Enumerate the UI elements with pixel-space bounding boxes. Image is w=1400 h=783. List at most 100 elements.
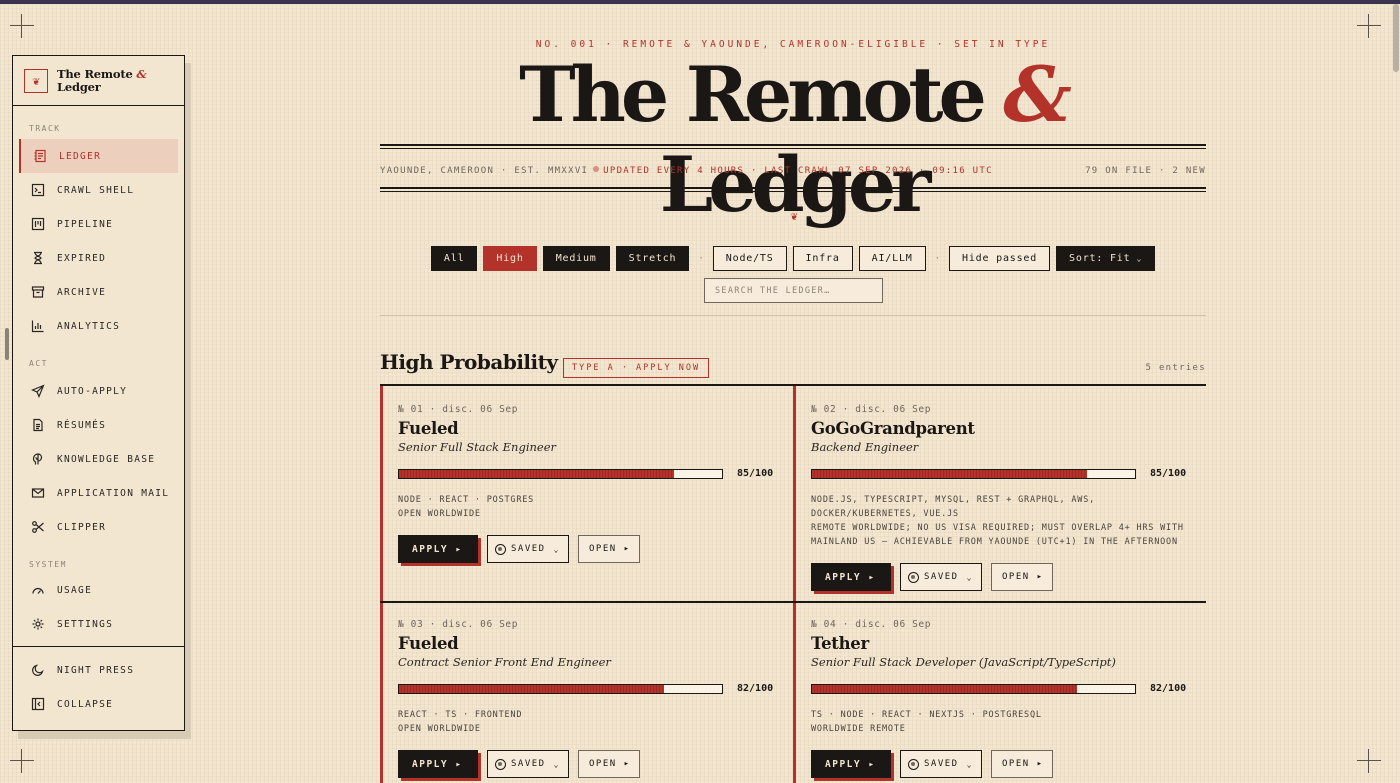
sidebar-item-resumes[interactable]: RÉSUMÉS: [13, 408, 184, 442]
fit-score: 85/100: [811, 468, 1206, 479]
search-input[interactable]: [704, 278, 883, 303]
sidebar-item-crawl-shell[interactable]: CRAWL SHELL: [13, 173, 184, 207]
send-icon: [31, 384, 45, 398]
page-title: The Remote & Ledger: [519, 50, 1072, 229]
fit-score: 85/100: [398, 468, 794, 479]
score-label: 82/100: [1150, 683, 1187, 694]
masthead-meta: YAOUNDE, CAMEROON · EST. MMXXVI UPDATED …: [380, 166, 1206, 180]
sidebar: ❦ The Remote & Ledger TRACK LEDGER CRAWL …: [12, 55, 185, 731]
company-name: Fueled: [398, 634, 459, 653]
sidebar-item-label: RÉSUMÉS: [57, 419, 107, 431]
hourglass-icon: [31, 251, 45, 265]
sidebar-item-settings[interactable]: SETTINGS: [13, 607, 184, 641]
tech-tags: NODE.JS, TYPESCRIPT, MYSQL, REST + GRAPH…: [811, 495, 1184, 547]
open-button[interactable]: OPEN ▸: [578, 535, 640, 563]
sidebar-item-label: KNOWLEDGE BASE: [57, 453, 156, 465]
company-name: GoGoGrandparent: [811, 419, 975, 438]
filter-separator: ·: [698, 253, 704, 264]
chevron-down-icon: ⌄: [1136, 254, 1143, 263]
brain-icon: [31, 452, 45, 466]
crop-mark-icon: [1357, 14, 1381, 38]
radio-icon: [908, 571, 919, 583]
divider: [380, 315, 1206, 316]
card-meta: № 03 · disc. 06 Sep: [398, 619, 519, 630]
sidebar-item-analytics[interactable]: ANALYTICS: [13, 309, 184, 343]
sidebar-item-label: CLIPPER: [57, 521, 107, 533]
sidebar-item-knowledge-base[interactable]: KNOWLEDGE BASE: [13, 442, 184, 476]
job-role: Backend Engineer: [811, 440, 919, 454]
card-actions: APPLY ▸ SAVED ⌄ OPEN ▸: [811, 750, 1206, 778]
score-bar-fill: [812, 684, 1077, 693]
chevron-down-icon: ⌄: [553, 544, 560, 554]
sidebar-item-label: APPLICATION MAIL: [57, 487, 170, 499]
sort-dropdown[interactable]: Sort: Fit ⌄: [1056, 246, 1156, 271]
filter-high[interactable]: High: [483, 246, 537, 271]
hide-passed-toggle[interactable]: Hide passed: [949, 246, 1051, 271]
brand[interactable]: ❦ The Remote & Ledger: [13, 56, 184, 106]
ledger-icon: [33, 149, 47, 163]
apply-button[interactable]: APPLY ▸: [398, 750, 478, 778]
filter-ai-llm[interactable]: AI/LLM: [858, 246, 926, 271]
job-role: Senior Full Stack Engineer: [398, 440, 557, 454]
sidebar-item-archive[interactable]: ARCHIVE: [13, 275, 184, 309]
company-name: Tether: [811, 634, 869, 653]
sidebar-item-label: CRAWL SHELL: [57, 184, 135, 196]
bar-chart-icon: [31, 319, 45, 333]
night-press-toggle[interactable]: NIGHT PRESS: [13, 653, 184, 687]
score-bar-fill: [399, 469, 674, 478]
collapse-sidebar-button[interactable]: COLLAPSE: [13, 687, 184, 721]
job-card: № 02 · disc. 06 Sep GoGoGrandparent Back…: [793, 386, 1206, 601]
sidebar-item-label: EXPIRED: [57, 252, 107, 264]
job-role: Senior Full Stack Developer (JavaScript/…: [811, 655, 1116, 669]
crop-mark-icon: [10, 14, 34, 38]
filter-all[interactable]: All: [430, 246, 478, 271]
crawl-status: UPDATED EVERY 4 HOURS · LAST CRAWL 07 SE…: [380, 166, 1206, 176]
page-scrollbar[interactable]: [1393, 4, 1399, 72]
saved-dropdown[interactable]: SAVED ⌄: [900, 750, 982, 778]
radio-icon: [908, 758, 919, 770]
sidebar-item-label: NIGHT PRESS: [57, 664, 135, 676]
score-bar: [398, 683, 723, 694]
open-button[interactable]: OPEN ▸: [578, 750, 640, 778]
entry-count: 5 entries: [1145, 363, 1206, 373]
gear-icon: [31, 617, 45, 631]
saved-dropdown[interactable]: SAVED ⌄: [487, 750, 569, 778]
card-meta: № 01 · disc. 06 Sep: [398, 404, 519, 415]
sidebar-item-clipper[interactable]: CLIPPER: [13, 510, 184, 544]
filter-infra[interactable]: Infra: [792, 246, 853, 271]
fit-score: 82/100: [811, 683, 1206, 694]
open-button[interactable]: OPEN ▸: [991, 563, 1053, 591]
crop-mark-icon: [10, 749, 34, 773]
status-dot-icon: [593, 166, 600, 172]
sidebar-item-application-mail[interactable]: APPLICATION MAIL: [13, 476, 184, 510]
open-button[interactable]: OPEN ▸: [991, 750, 1053, 778]
sidebar-item-pipeline[interactable]: PIPELINE: [13, 207, 184, 241]
masthead-kicker: NO. 001 · REMOTE & YAOUNDE, CAMEROON-ELI…: [535, 39, 1051, 50]
filter-node-ts[interactable]: Node/TS: [712, 246, 787, 271]
sidebar-item-usage[interactable]: USAGE: [13, 573, 184, 607]
filter-medium[interactable]: Medium: [542, 246, 610, 271]
score-bar-fill: [812, 469, 1087, 478]
sidebar-item-label: SETTINGS: [57, 618, 114, 630]
pipeline-icon: [31, 217, 45, 231]
saved-dropdown[interactable]: SAVED ⌄: [900, 563, 982, 591]
nav-section-system: SYSTEM: [29, 560, 67, 569]
filter-bar: All High Medium Stretch · Node/TS Infra …: [380, 246, 1206, 271]
sidebar-scroll-handle[interactable]: [5, 328, 9, 360]
sidebar-item-ledger[interactable]: LEDGER: [19, 139, 178, 173]
job-card: № 03 · disc. 06 Sep Fueled Contract Seni…: [380, 603, 794, 783]
apply-button[interactable]: APPLY ▸: [398, 535, 478, 563]
filter-separator: ·: [934, 253, 941, 264]
card-actions: APPLY ▸ SAVED ⌄ OPEN ▸: [811, 563, 1206, 591]
apply-button[interactable]: APPLY ▸: [811, 563, 891, 591]
saved-dropdown[interactable]: SAVED ⌄: [487, 535, 569, 563]
filter-stretch[interactable]: Stretch: [615, 246, 690, 271]
apply-button[interactable]: APPLY ▸: [811, 750, 891, 778]
window-top-border: [0, 0, 1400, 4]
brand-title: The Remote & Ledger: [57, 66, 147, 94]
sidebar-item-expired[interactable]: EXPIRED: [13, 241, 184, 275]
sidebar-item-auto-apply[interactable]: AUTO-APPLY: [13, 374, 184, 408]
sidebar-footer: NIGHT PRESS COLLAPSE: [13, 646, 184, 730]
tech-tags: REACT · TS · FRONTEND OPEN WORLDWIDE: [398, 710, 523, 734]
sidebar-item-label: PIPELINE: [57, 218, 114, 230]
